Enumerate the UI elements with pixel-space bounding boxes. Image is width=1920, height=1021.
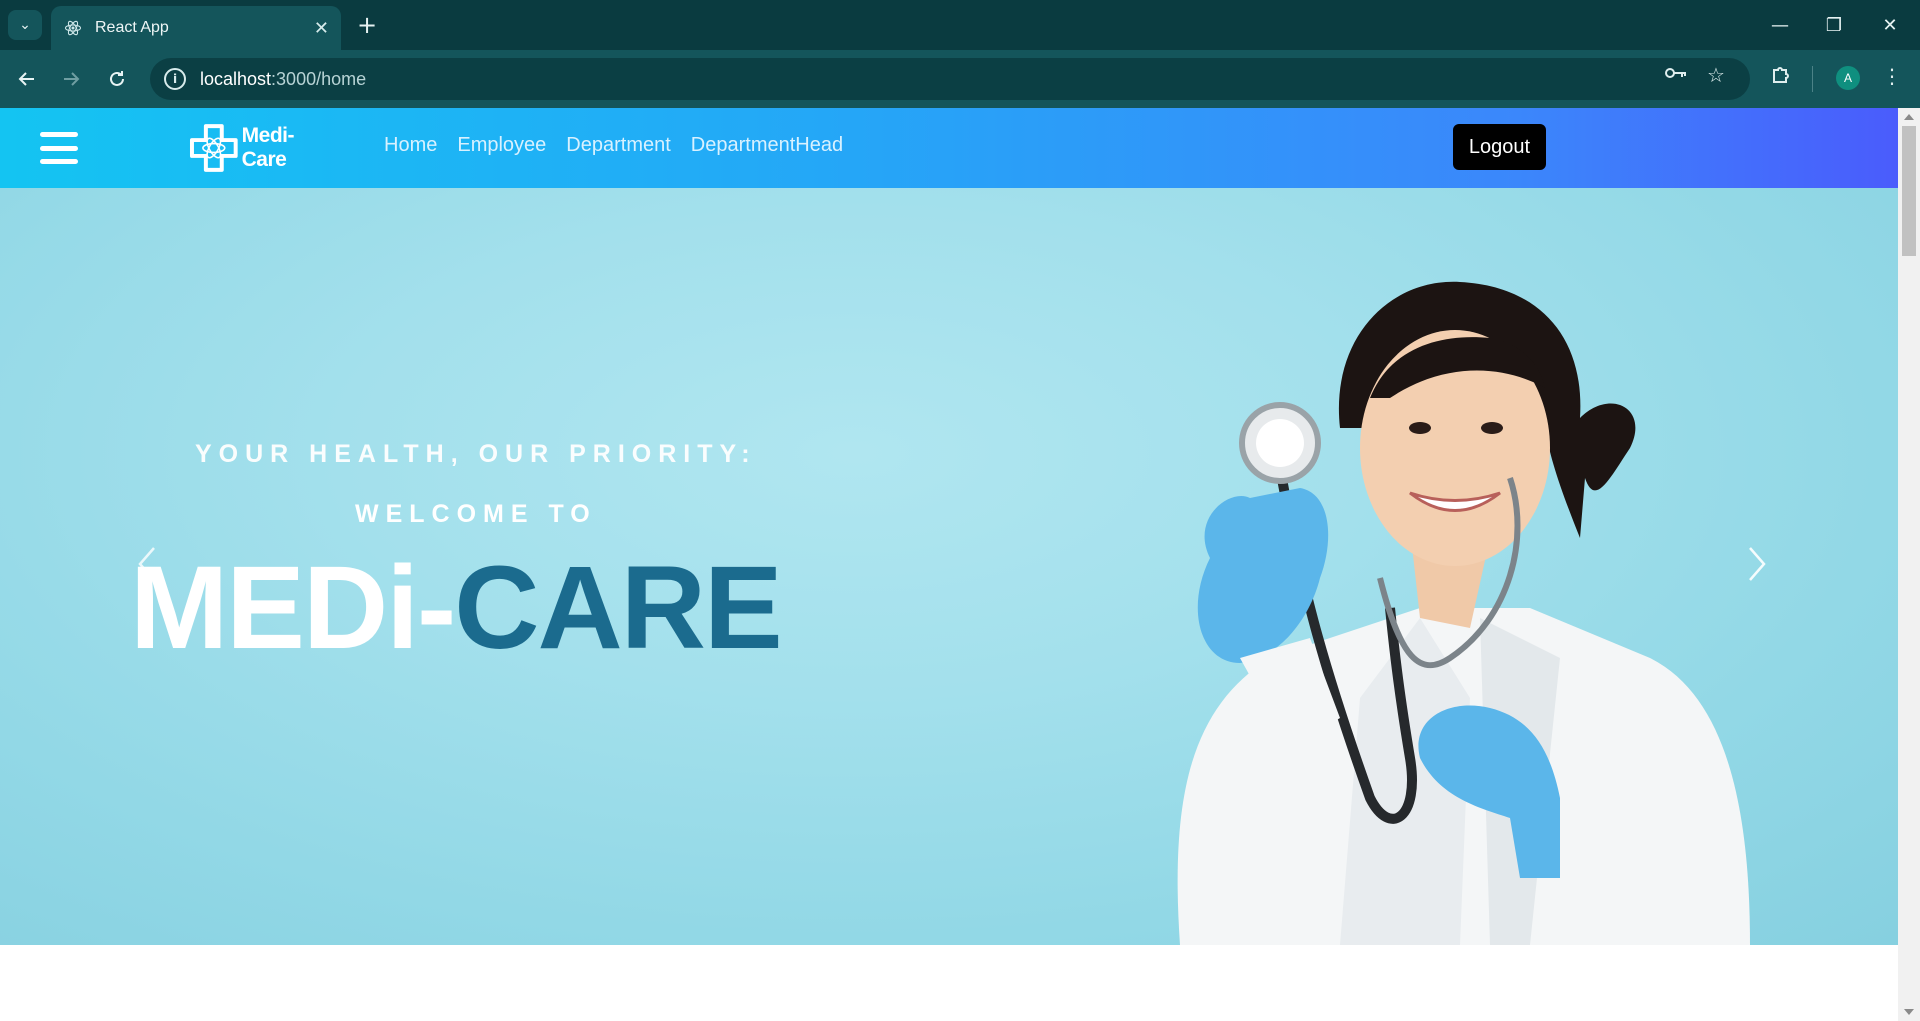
url-text: localhost:3000/home [200,68,367,89]
new-tab-button[interactable]: + [352,10,382,40]
brand-logo[interactable]: Medi-Care [188,120,338,176]
hero-welcome: WELCOME TO [355,500,597,528]
hero-title-part1: MEDi- [130,542,456,674]
close-icon[interactable]: ✕ [314,18,329,39]
logout-button[interactable]: Logout [1453,124,1546,170]
browser-toolbar: i localhost:3000/home ☆ ⋮ [0,50,1920,108]
react-icon [63,18,83,38]
more-menu-icon[interactable]: ⋮ [1882,64,1902,88]
doctor-illustration [1177,281,1750,945]
nav-link-department[interactable]: Department [566,134,671,157]
tab-search-button[interactable]: ⌄ [8,10,42,40]
site-info-icon[interactable]: i [164,68,186,90]
nav-link-employee[interactable]: Employee [457,134,546,157]
forward-button[interactable] [54,62,88,96]
nav-link-department-head[interactable]: DepartmentHead [691,134,843,157]
hero-tagline: YOUR HEALTH, OUR PRIORITY: [195,440,757,468]
extensions-icon[interactable] [1770,64,1792,91]
star-icon[interactable]: ☆ [1707,63,1725,87]
hamburger-menu-icon[interactable] [40,132,78,164]
restore-button[interactable]: ❐ [1806,0,1862,50]
profile-avatar[interactable]: A [1836,66,1860,90]
reload-button[interactable] [100,62,134,96]
browser-tab[interactable]: React App ✕ [51,6,341,50]
reload-icon [110,71,124,86]
carousel-prev-button[interactable] [132,544,162,584]
brand-name: Medi-Care [241,124,295,171]
address-bar[interactable]: i localhost:3000/home [150,58,1750,100]
medical-cross-icon [189,124,238,172]
minimize-button[interactable]: — [1752,0,1808,50]
nav-link-home[interactable]: Home [384,134,437,157]
back-button[interactable] [10,62,44,96]
page-content-area [0,945,1898,1021]
page-viewport: Medi-Care Home Employee Department Depar… [0,108,1898,1021]
scroll-up-arrow-icon[interactable] [1904,114,1914,120]
browser-tab-bar: ⌄ React App ✕ + — ❐ ✕ [0,0,1920,50]
scrollbar-thumb[interactable] [1902,126,1916,256]
hero-title: MEDi-CARE [130,538,783,680]
hero-carousel: YOUR HEALTH, OUR PRIORITY: WELCOME TO ME… [0,188,1898,945]
arrow-left-icon [18,72,34,86]
arrow-right-icon [64,72,80,86]
site-navbar: Medi-Care Home Employee Department Depar… [0,108,1898,188]
chevron-down-icon: ⌄ [19,17,31,33]
key-icon[interactable] [1664,63,1688,88]
hero-title-part2: CARE [454,542,782,674]
tab-title: React App [95,19,169,36]
toolbar-divider [1812,66,1813,92]
page-scrollbar[interactable] [1898,108,1920,1021]
chevron-left-icon [138,547,155,581]
main-nav: Home Employee Department DepartmentHead [384,134,843,157]
scroll-down-arrow-icon[interactable] [1904,1009,1914,1015]
window-close-button[interactable]: ✕ [1862,0,1918,50]
